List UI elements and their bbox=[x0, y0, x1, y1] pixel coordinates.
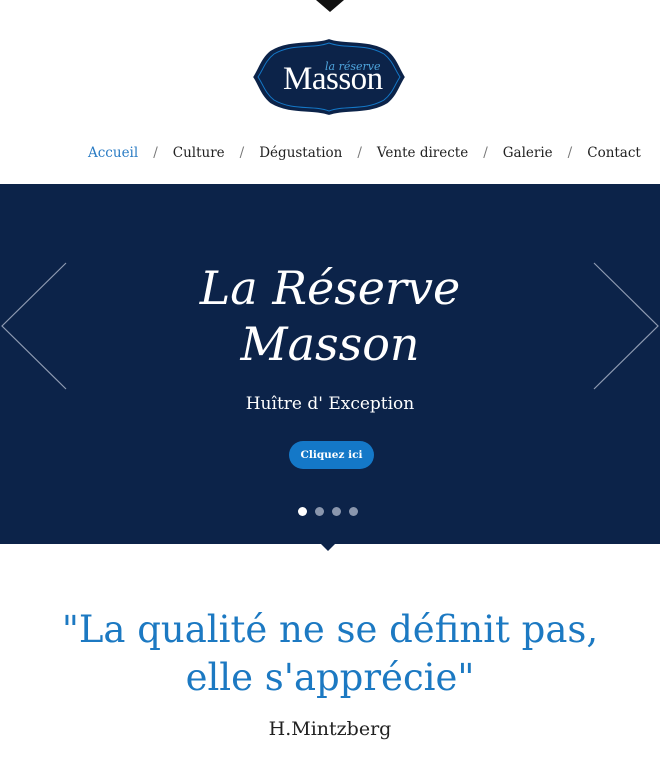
hero-bottom-marker bbox=[321, 544, 335, 551]
slider-dot-4[interactable] bbox=[349, 507, 358, 516]
top-triangle-marker bbox=[316, 0, 344, 12]
hero-subtitle: Huître d' Exception bbox=[245, 394, 415, 414]
slider-pagination bbox=[298, 507, 366, 516]
nav-separator: / bbox=[567, 145, 573, 161]
logo-big-text: Masson bbox=[283, 61, 383, 97]
nav-item-accueil[interactable]: Accueil bbox=[88, 145, 138, 161]
logo[interactable]: la réserve Masson bbox=[250, 34, 408, 120]
nav-separator: / bbox=[483, 145, 488, 161]
hero-slider: La Réserve Masson Huître d' Exception Cl… bbox=[0, 184, 660, 544]
quote-author: H.Mintzberg bbox=[268, 718, 392, 740]
nav-separator: / bbox=[153, 145, 158, 161]
nav-separator: / bbox=[357, 145, 362, 161]
hero-title-line-2: Masson bbox=[240, 317, 420, 371]
slider-dot-1[interactable] bbox=[298, 507, 307, 516]
slider-dot-2[interactable] bbox=[315, 507, 324, 516]
hero-title: La Réserve Masson bbox=[0, 260, 660, 372]
quote: "La qualité ne se définit pas, elle s'ap… bbox=[0, 606, 660, 702]
quote-line-1: "La qualité ne se définit pas, bbox=[61, 608, 599, 651]
nav-item-degustation[interactable]: Dégustation bbox=[259, 145, 342, 161]
slider-dot-3[interactable] bbox=[332, 507, 341, 516]
hero-title-line-1: La Réserve bbox=[199, 261, 461, 315]
cliquez-ici-button[interactable]: Cliquez ici bbox=[289, 441, 374, 469]
nav-item-vente-directe[interactable]: Vente directe bbox=[377, 145, 468, 161]
nav-item-culture[interactable]: Culture bbox=[173, 145, 225, 161]
main-nav: Accueil / Culture / Dégustation / Vente … bbox=[88, 145, 641, 161]
nav-item-galerie[interactable]: Galerie bbox=[503, 145, 553, 161]
quote-line-2: elle s'apprécie" bbox=[185, 656, 475, 699]
nav-item-contact[interactable]: Contact bbox=[587, 145, 641, 161]
nav-separator: / bbox=[239, 145, 245, 161]
